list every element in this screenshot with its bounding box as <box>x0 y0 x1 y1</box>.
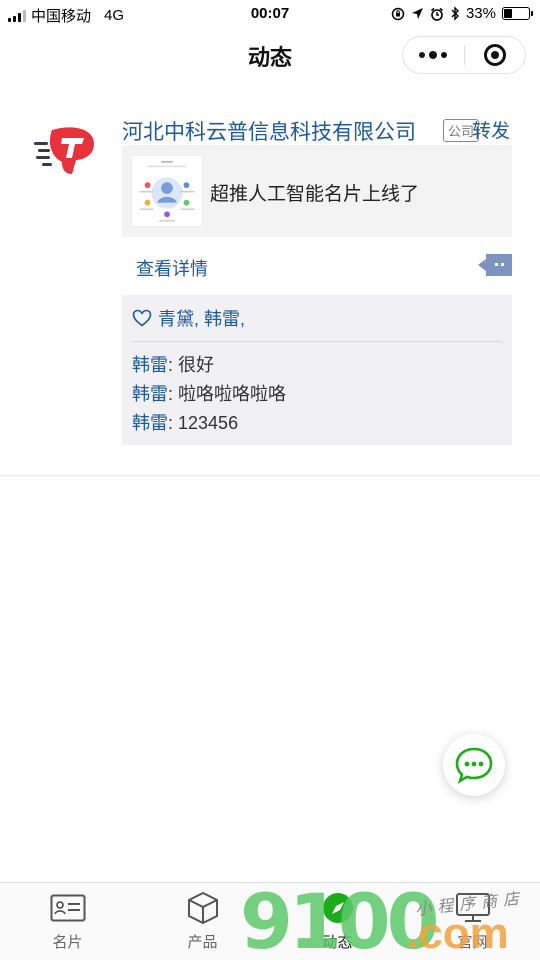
comment-item[interactable]: 韩雷: 123456 <box>132 409 286 438</box>
close-miniprogram-button[interactable] <box>464 37 525 73</box>
miniprogram-capsule <box>402 36 526 74</box>
comment-author[interactable]: 韩雷 <box>132 355 168 375</box>
alarm-icon <box>430 7 443 21</box>
target-icon <box>483 44 506 66</box>
comment-menu-icon[interactable] <box>478 254 512 276</box>
location-arrow-icon <box>411 8 423 19</box>
comment-text: 啦咯啦咯啦咯 <box>178 384 287 404</box>
company-logo-avatar[interactable] <box>32 122 96 178</box>
comments-list: 韩雷: 很好 韩雷: 啦咯啦咯啦咯 韩雷: 123456 <box>132 351 286 438</box>
view-details-link[interactable]: 查看详情 <box>136 255 208 281</box>
status-right: 33% <box>391 5 533 22</box>
forward-button[interactable]: 转发 <box>472 116 510 143</box>
nav-bar: 动态 <box>0 28 540 80</box>
comment-author[interactable]: 韩雷 <box>132 413 168 433</box>
likes-comments-panel: 青黛, 韩雷, 韩雷: 很好 韩雷: 啦咯啦咯啦咯 韩雷: 123456 <box>122 295 512 445</box>
bottom-tab-bar: 名片 产品 动态 官网 <box>0 882 540 960</box>
comment-item[interactable]: 韩雷: 很好 <box>132 351 286 380</box>
tab-moments[interactable]: 动态 <box>270 883 405 960</box>
chat-bubble-icon <box>455 747 493 784</box>
tab-products[interactable]: 产品 <box>135 883 270 960</box>
bluetooth-icon <box>451 6 459 21</box>
heart-icon <box>132 309 152 327</box>
shared-link-card[interactable]: 超推人工智能名片上线了 <box>122 145 512 237</box>
share-title: 超推人工智能名片上线了 <box>210 184 420 205</box>
more-menu-button[interactable] <box>403 37 464 73</box>
battery-percent: 33% <box>465 5 496 22</box>
comment-item[interactable]: 韩雷: 啦咯啦咯啦咯 <box>132 380 286 409</box>
comment-separator: : <box>168 355 179 375</box>
battery-icon <box>502 7 533 20</box>
monitor-icon <box>454 891 492 925</box>
feed-post: 河北中科云普信息科技有限公司 公司 转发 超推人工智能名片上线了 查看详情 青黛… <box>0 110 540 476</box>
chat-float-button[interactable] <box>443 734 505 796</box>
tab-label: 动态 <box>322 934 353 951</box>
company-name-link[interactable]: 河北中科云普信息科技有限公司 <box>122 116 416 146</box>
tab-website[interactable]: 官网 <box>405 883 540 960</box>
box-icon <box>184 891 222 925</box>
comment-separator: : <box>168 413 179 433</box>
tab-label: 产品 <box>187 934 218 951</box>
likes-divider <box>132 341 502 342</box>
compass-icon <box>319 891 357 925</box>
tab-label: 官网 <box>457 934 488 951</box>
tab-card[interactable]: 名片 <box>0 883 135 960</box>
share-thumbnail-image <box>131 155 203 227</box>
comment-text: 123456 <box>178 413 239 433</box>
tab-label: 名片 <box>52 934 83 951</box>
comment-text: 很好 <box>178 355 215 375</box>
comment-separator: : <box>168 384 179 404</box>
likes-row: 青黛, 韩雷, <box>132 305 245 331</box>
likes-names: 青黛, 韩雷, <box>158 309 246 329</box>
card-icon <box>49 891 87 925</box>
status-bar: 中国移动 4G 00:07 33% <box>0 0 540 28</box>
rotation-lock-icon <box>391 7 405 20</box>
comment-author[interactable]: 韩雷 <box>132 384 168 404</box>
